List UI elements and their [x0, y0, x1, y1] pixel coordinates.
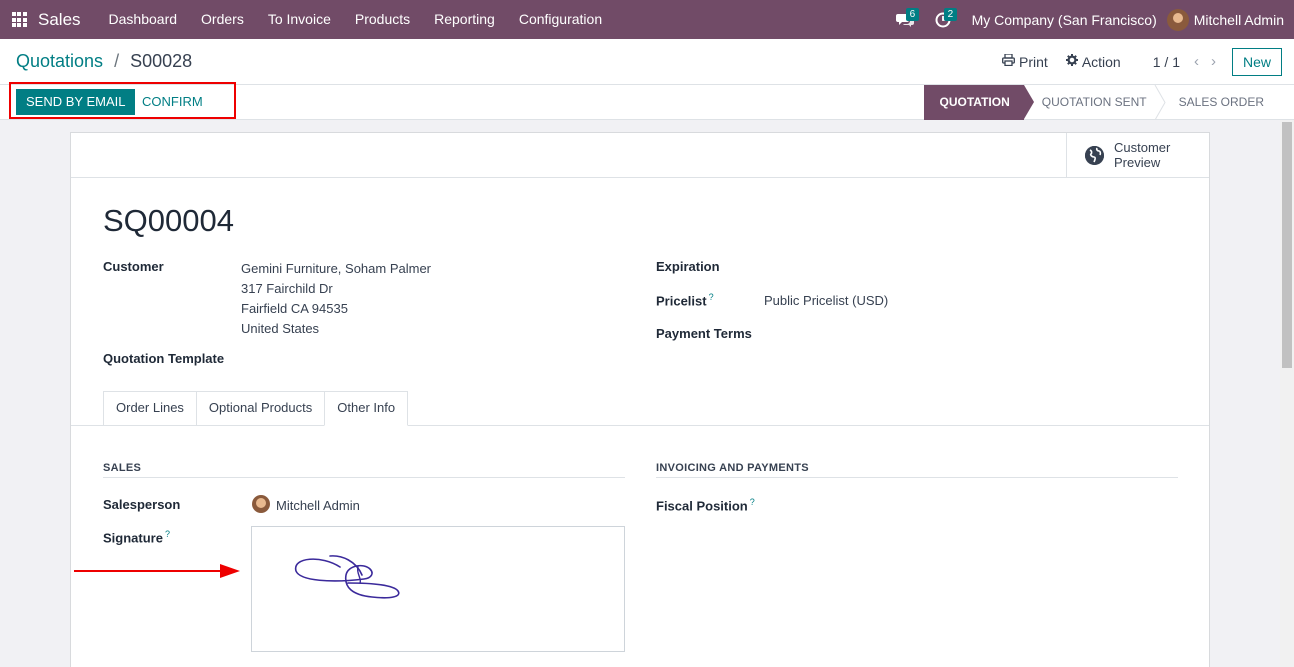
quotation-template-label: Quotation Template [103, 351, 225, 366]
invoicing-section-title: INVOICING AND PAYMENTS [656, 462, 809, 474]
company-switcher[interactable]: My Company (San Francisco) [972, 12, 1157, 28]
breadcrumb-separator: / [114, 51, 120, 71]
menu-to-invoice[interactable]: To Invoice [256, 0, 343, 39]
customer-street: 317 Fairchild Dr [241, 281, 333, 296]
avatar [252, 495, 270, 513]
expiration-label: Expiration [656, 259, 720, 274]
pricelist-label-text: Pricelist [656, 293, 707, 309]
help-tooltip-icon[interactable]: ? [750, 497, 755, 507]
pricelist-label: Pricelist? [656, 292, 714, 308]
print-icon [1002, 53, 1015, 69]
customer-preview-label: Customer Preview [1114, 140, 1170, 170]
breadcrumb-quotations[interactable]: Quotations [16, 51, 103, 71]
document-title: SQ00004 [103, 203, 234, 238]
top-navbar: Sales Dashboard Orders To Invoice Produc… [0, 0, 1294, 39]
stage-label: QUOTATION SENT [1041, 95, 1147, 109]
stage-pipeline: QUOTATION QUOTATION SENT SALES ORDER [923, 85, 1278, 120]
send-by-email-button[interactable]: SEND BY EMAIL [16, 89, 136, 115]
pricelist-field[interactable]: Public Pricelist (USD) [764, 293, 888, 308]
chevron-right-icon[interactable]: › [1211, 53, 1216, 70]
customer-label: Customer [103, 259, 164, 274]
user-name: Mitchell Admin [1193, 11, 1284, 28]
control-panel: Quotations / S00028 Print Action 1 / 1 ‹… [0, 39, 1294, 85]
stage-sales-order[interactable]: SALES ORDER [1161, 85, 1278, 120]
help-tooltip-icon[interactable]: ? [165, 529, 170, 539]
stage-quotation[interactable]: QUOTATION [923, 85, 1034, 120]
apps-grid-icon[interactable] [0, 0, 38, 39]
user-menu[interactable]: Mitchell Admin [1166, 8, 1284, 31]
notebook-tabs: Order Lines Optional Products Other Info [103, 391, 409, 426]
pager-value[interactable]: 1 / 1 [1153, 54, 1180, 70]
chevron-left-icon[interactable]: ‹ [1194, 53, 1199, 70]
status-bar: SEND BY EMAIL CONFIRM QUOTATION QUOTATIO… [0, 82, 1294, 120]
fiscal-position-label: Fiscal Position? [656, 497, 755, 513]
signature-field[interactable] [251, 526, 625, 652]
app-name[interactable]: Sales [38, 10, 81, 30]
tab-order-lines[interactable]: Order Lines [103, 391, 197, 426]
confirm-button[interactable]: CONFIRM [142, 89, 203, 115]
sales-section-title: SALES [103, 462, 142, 474]
signature-drawing [295, 555, 400, 599]
gear-icon [1065, 54, 1078, 69]
salesperson-label: Salesperson [103, 497, 181, 512]
action-button[interactable]: Action [1065, 53, 1121, 70]
form-sheet: Customer Preview SQ00004 Customer Gemini… [70, 132, 1210, 667]
stage-quotation-sent[interactable]: QUOTATION SENT [1024, 85, 1166, 120]
action-label: Action [1081, 53, 1121, 70]
activity-badge: 2 [943, 8, 958, 21]
tab-other-info[interactable]: Other Info [324, 391, 409, 426]
signature-label: Signature? [103, 529, 170, 545]
signature-label-text: Signature [103, 530, 163, 546]
sales-section-divider [103, 477, 625, 478]
globe-icon [1085, 145, 1104, 165]
chat-icon[interactable]: 6 [886, 0, 924, 39]
payment-terms-label: Payment Terms [656, 326, 752, 341]
menu-dashboard[interactable]: Dashboard [97, 0, 190, 39]
clock-icon[interactable]: 2 [924, 0, 962, 39]
salesperson-field[interactable]: Mitchell Admin [276, 498, 360, 513]
customer-preview-button[interactable]: Customer Preview [1066, 133, 1209, 177]
customer-field[interactable]: Gemini Furniture, Soham Palmer 317 Fairc… [241, 259, 431, 339]
fiscal-position-label-text: Fiscal Position [656, 498, 748, 514]
menu-products[interactable]: Products [343, 0, 422, 39]
stage-label: SALES ORDER [1178, 95, 1264, 109]
menu-reporting[interactable]: Reporting [422, 0, 507, 39]
invoicing-section-divider [656, 477, 1178, 478]
chat-badge: 6 [905, 8, 920, 21]
annotation-arrow-icon [74, 564, 240, 578]
tab-optional-products[interactable]: Optional Products [195, 391, 326, 426]
customer-country: United States [241, 321, 320, 336]
avatar [1166, 8, 1189, 31]
preview-label-line1: Customer [1114, 140, 1171, 155]
scrollbar-thumb[interactable] [1282, 122, 1292, 368]
button-box: Customer Preview [71, 133, 1209, 178]
new-button[interactable]: New [1231, 47, 1282, 76]
customer-city: Fairfield CA 94535 [241, 301, 348, 316]
breadcrumb-current: S00028 [130, 51, 193, 71]
print-button[interactable]: Print [1002, 53, 1048, 70]
help-tooltip-icon[interactable]: ? [709, 292, 714, 302]
menu-configuration[interactable]: Configuration [507, 0, 614, 39]
menu-orders[interactable]: Orders [189, 0, 256, 39]
stage-label: QUOTATION [939, 95, 1010, 109]
breadcrumb: Quotations / S00028 [16, 51, 192, 72]
customer-name: Gemini Furniture, Soham Palmer [241, 261, 432, 276]
preview-label-line2: Preview [1114, 155, 1161, 170]
print-label: Print [1019, 53, 1048, 70]
